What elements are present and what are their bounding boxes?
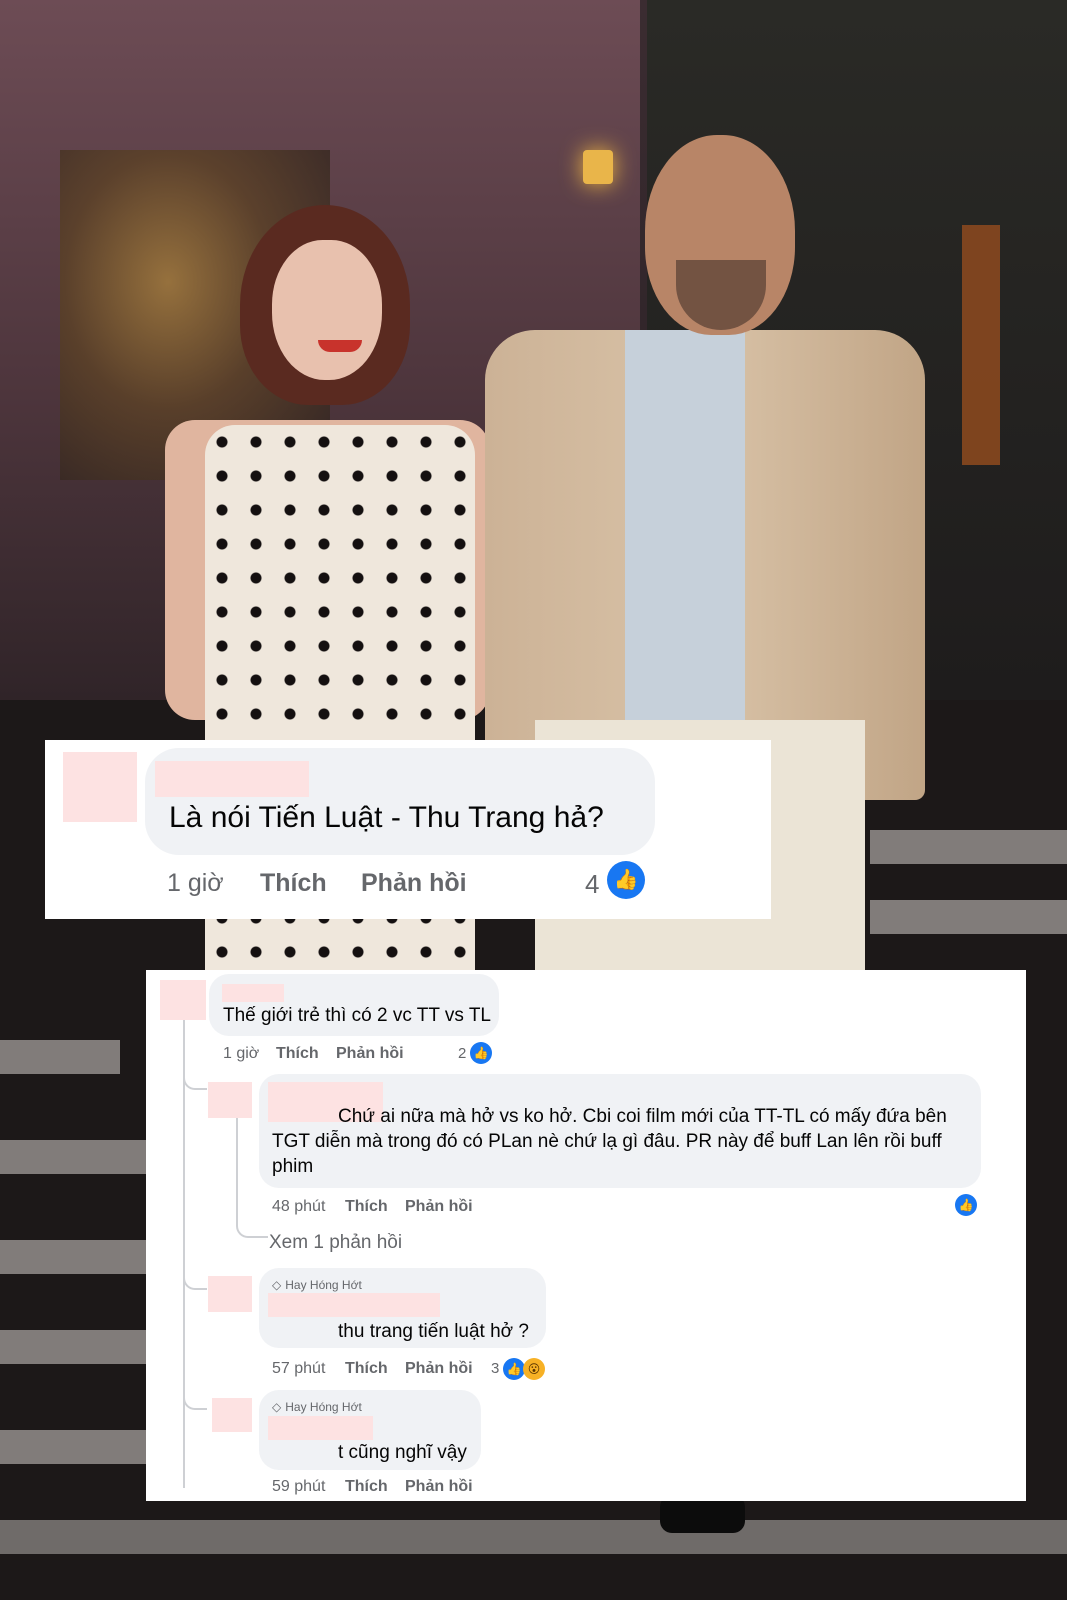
like-button[interactable]: Thích (345, 1198, 388, 1216)
reaction-count: 4 (585, 869, 600, 899)
like-icon[interactable]: 👍 (607, 861, 645, 899)
avatar-redacted[interactable] (208, 1276, 252, 1312)
comment-text: thu trang tiến luật hở ? (338, 1321, 529, 1342)
fan-badge-label: Hay Hóng Hớt (285, 1278, 362, 1292)
comment-text: Thế giới trẻ thì có 2 vc TT vs TL (223, 1005, 492, 1026)
crosswalk-stripe (0, 1040, 120, 1074)
comment-line: Chứ ai nữa mà hở vs ko hở. Cbi coi film … (338, 1106, 947, 1127)
view-more-replies[interactable]: Xem 1 phản hồi (269, 1232, 402, 1254)
thread-connector (183, 1390, 207, 1410)
thread-connector (183, 1270, 207, 1290)
name-redacted[interactable] (222, 984, 284, 1002)
fan-badge: ◇ Hay Hóng Hớt (272, 1278, 362, 1292)
crosswalk-stripe (0, 1430, 150, 1464)
reply-button[interactable]: Phản hồi (361, 869, 467, 898)
like-button[interactable]: Thích (345, 1478, 388, 1496)
comment-time[interactable]: 48 phút (272, 1198, 325, 1216)
reply-button[interactable]: Phản hồi (405, 1198, 473, 1216)
thread-connector (183, 1062, 207, 1090)
woman-face (272, 240, 382, 380)
street-lamp (583, 150, 613, 184)
reaction-count: 3 (491, 1360, 500, 1377)
like-button[interactable]: Thích (276, 1045, 319, 1063)
crosswalk-stripe (870, 830, 1067, 864)
crosswalk-stripe (870, 900, 1067, 934)
comment-time[interactable]: 1 giờ (167, 869, 224, 898)
fan-badge-label: Hay Hóng Hớt (285, 1400, 362, 1414)
reply-button[interactable]: Phản hồi (405, 1478, 473, 1496)
comment-time[interactable]: 59 phút (272, 1478, 325, 1496)
man-shirt (625, 330, 745, 720)
comment-text: t cũng nghĩ vậy (338, 1442, 467, 1463)
avatar-redacted[interactable] (208, 1082, 252, 1118)
like-icon[interactable]: 👍 (503, 1358, 525, 1380)
like-icon[interactable]: 👍 (955, 1194, 977, 1216)
crosswalk-stripe (0, 1140, 150, 1174)
comment-thread-card: Thế giới trẻ thì có 2 vc TT vs TL 1 giờ … (146, 970, 1026, 1501)
avatar-redacted[interactable] (63, 752, 137, 822)
gem-icon: ◇ (272, 1278, 282, 1292)
top-comment-card: Là nói Tiến Luật - Thu Trang hả? 1 giờ T… (45, 740, 771, 919)
thread-line (183, 1018, 185, 1488)
name-redacted[interactable] (268, 1416, 373, 1440)
name-redacted[interactable] (155, 761, 309, 797)
crosswalk-stripe (0, 1330, 150, 1364)
reply-button[interactable]: Phản hồi (336, 1045, 404, 1063)
background-sign (962, 225, 1000, 465)
comment-line: phim (272, 1156, 314, 1177)
comment-time[interactable]: 1 giờ (223, 1045, 259, 1063)
reaction-count: 2 (458, 1045, 467, 1062)
name-redacted[interactable] (268, 1293, 440, 1317)
comment-time[interactable]: 57 phút (272, 1360, 325, 1378)
woman-lips (318, 340, 362, 352)
comment-line: TGT diễn mà trong đó có PLan nè chứ lạ g… (272, 1131, 942, 1152)
avatar-redacted[interactable] (160, 980, 206, 1020)
like-button[interactable]: Thích (260, 869, 327, 898)
fan-badge: ◇ Hay Hóng Hớt (272, 1400, 362, 1414)
like-icon[interactable]: 👍 (470, 1042, 492, 1064)
crosswalk-stripe (0, 1240, 150, 1274)
crosswalk-stripe (0, 1520, 1067, 1554)
avatar-redacted[interactable] (212, 1398, 252, 1432)
wow-icon[interactable]: 😮 (523, 1358, 545, 1380)
comment-text: Là nói Tiến Luật - Thu Trang hả? (169, 801, 604, 834)
like-button[interactable]: Thích (345, 1360, 388, 1378)
reply-button[interactable]: Phản hồi (405, 1360, 473, 1378)
gem-icon: ◇ (272, 1400, 282, 1414)
